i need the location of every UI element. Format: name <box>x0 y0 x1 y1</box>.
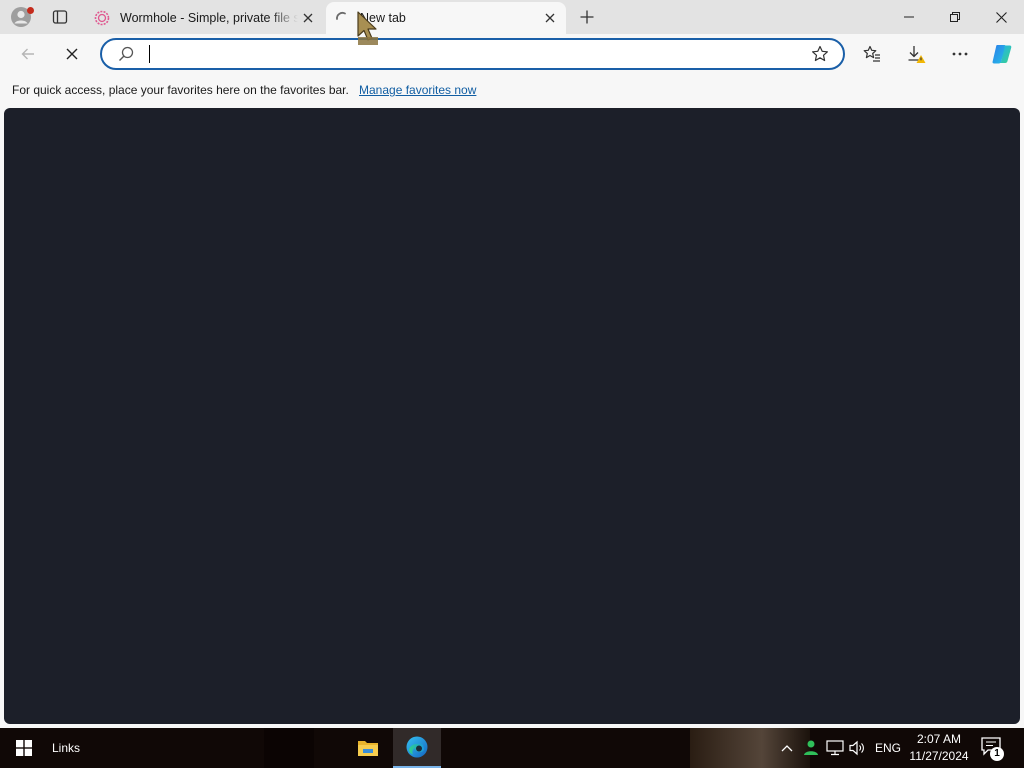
restore-button[interactable] <box>932 0 978 34</box>
minimize-button[interactable] <box>886 0 932 34</box>
manage-favorites-link[interactable]: Manage favorites now <box>359 83 476 97</box>
tab-strip: Wormhole - Simple, private file sh New t… <box>0 0 1024 34</box>
download-warning-icon <box>908 46 926 63</box>
file-explorer-icon <box>358 741 378 756</box>
new-tab-button[interactable] <box>576 6 598 28</box>
favorites-icon <box>863 45 880 62</box>
edge-icon <box>406 736 428 758</box>
tab-wormhole[interactable]: Wormhole - Simple, private file sh <box>86 2 324 34</box>
page-content[interactable] <box>4 108 1020 724</box>
profile-notification-dot <box>27 7 34 14</box>
chevron-up-icon <box>781 745 793 752</box>
network-icon <box>826 740 844 756</box>
wallpaper-fragment <box>264 728 314 768</box>
tab-actions-button[interactable] <box>46 6 74 28</box>
volume-button[interactable] <box>846 728 868 768</box>
tab-title: New tab <box>360 11 406 25</box>
more-horizontal-icon <box>952 52 968 56</box>
tab-actions-icon <box>52 10 68 24</box>
links-toolbar[interactable]: Links <box>52 741 80 755</box>
windows-logo-icon <box>16 740 32 756</box>
settings-more-button[interactable] <box>946 40 974 68</box>
favorites-bar: For quick access, place your favorites h… <box>0 74 1024 106</box>
loading-spinner-icon <box>334 10 350 26</box>
taskbar: Links ENG 2:07 AM 11/27/2024 1 <box>0 728 1024 768</box>
close-icon <box>303 13 313 23</box>
address-input[interactable] <box>146 44 786 64</box>
plus-icon <box>580 10 594 24</box>
busy-cursor-icon <box>357 11 378 45</box>
text-caret <box>149 45 150 63</box>
close-window-button[interactable] <box>978 0 1024 34</box>
back-arrow-icon <box>21 48 34 60</box>
tray-app-people[interactable] <box>800 728 822 768</box>
clock-button[interactable]: 2:07 AM 11/27/2024 <box>904 731 974 765</box>
back-button[interactable] <box>14 40 42 68</box>
show-hidden-icons-button[interactable] <box>778 728 796 768</box>
restore-icon <box>950 12 960 22</box>
downloads-button[interactable] <box>902 40 930 68</box>
wormhole-icon <box>94 10 110 26</box>
taskbar-file-explorer[interactable] <box>344 728 392 768</box>
clock-date: 11/27/2024 <box>909 749 969 763</box>
network-button[interactable] <box>824 728 846 768</box>
address-bar[interactable] <box>100 38 845 70</box>
action-center-button[interactable]: 1 <box>980 736 1006 762</box>
close-icon <box>995 11 1007 23</box>
favorites-bar-message: For quick access, place your favorites h… <box>12 83 349 97</box>
speaker-icon <box>849 740 864 756</box>
clock-time: 2:07 AM <box>916 732 962 746</box>
copilot-button[interactable] <box>988 40 1016 68</box>
close-tab-button[interactable] <box>540 8 560 28</box>
close-icon <box>545 13 555 23</box>
language-indicator: ENG <box>874 741 901 755</box>
add-favorite-star-icon[interactable] <box>811 45 829 63</box>
stop-loading-button[interactable] <box>58 40 86 68</box>
people-icon <box>804 740 818 755</box>
navigation-toolbar <box>0 34 1024 74</box>
search-icon <box>119 46 134 61</box>
notification-count-badge: 1 <box>990 747 1004 761</box>
favorites-button[interactable] <box>858 40 886 68</box>
close-tab-button[interactable] <box>298 8 318 28</box>
start-button[interactable] <box>0 728 48 768</box>
taskbar-edge[interactable] <box>393 728 441 768</box>
profile-button[interactable] <box>8 4 34 30</box>
tab-title: Wormhole - Simple, private file sh <box>120 11 298 25</box>
copilot-icon <box>992 45 1012 64</box>
minimize-icon <box>904 16 914 18</box>
input-language-button[interactable]: ENG <box>872 728 904 768</box>
close-icon <box>66 48 78 60</box>
